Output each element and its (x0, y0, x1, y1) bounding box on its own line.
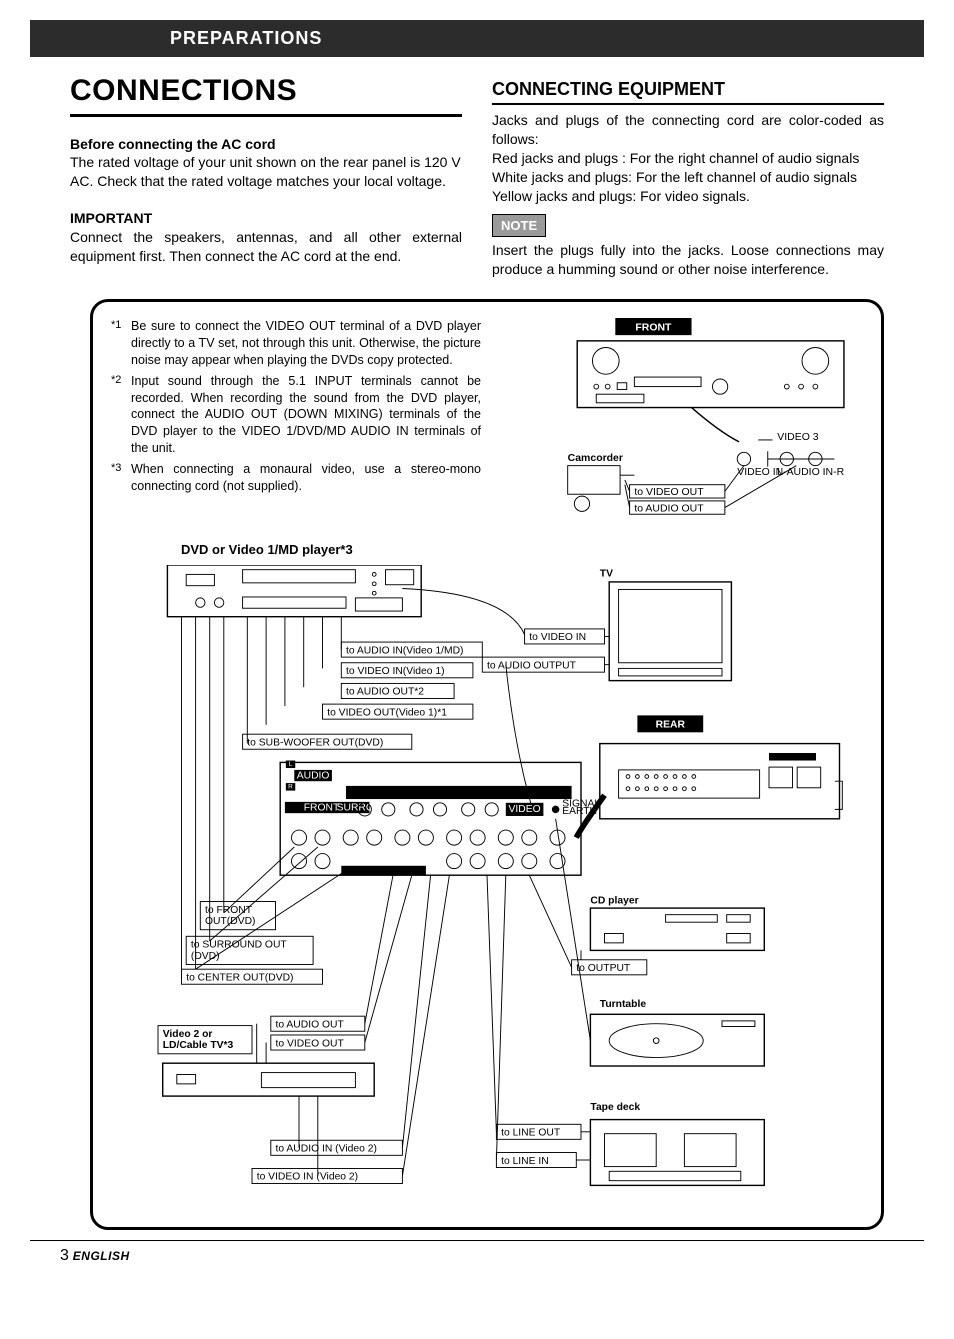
svg-text:OUT(DVD): OUT(DVD) (205, 916, 256, 927)
important-heading: IMPORTANT (70, 209, 462, 228)
diagram-box: *1Be sure to connect the VIDEO OUT termi… (90, 299, 884, 1230)
red-line: Red jacks and plugs : For the right chan… (492, 149, 884, 168)
cd-player-label: CD player (590, 895, 638, 906)
before-heading: Before connecting the AC cord (70, 135, 462, 154)
page-lang: ENGLISH (73, 1249, 130, 1263)
to-line-in: to LINE IN (501, 1155, 549, 1166)
to-surround-out-1: to SURROUND OUT (191, 939, 288, 950)
main-diagram: TV to VIDEO IN to AUDIO OUTPUT to AUDIO … (111, 565, 863, 1204)
to-audio-in-v2: to AUDIO IN (Video 2) (276, 1143, 377, 1154)
to-video-in-v1: to VIDEO IN(Video 1) (346, 666, 445, 677)
dvd-heading: DVD or Video 1/MD player*3 (181, 541, 863, 559)
rear-label: REAR (656, 719, 686, 730)
page-footer: 3 ENGLISH (30, 1240, 924, 1265)
note-badge: NOTE (492, 214, 546, 238)
white-line: White jacks and plugs: For the left chan… (492, 168, 884, 187)
page-number: 3 (60, 1247, 69, 1264)
to-video-out-1: to VIDEO OUT (634, 487, 704, 498)
to-line-out: to LINE OUT (501, 1127, 561, 1138)
section-band: PREPARATIONS (30, 20, 924, 57)
footnotes: *1Be sure to connect the VIDEO OUT termi… (111, 318, 481, 495)
panel-front-label: FRONT (304, 802, 340, 813)
to-audio-in-v1md: to AUDIO IN(Video 1/MD) (346, 645, 463, 656)
footnote-mark-3: *3 (111, 461, 131, 495)
tv-label: TV (600, 568, 613, 579)
connecting-heading: CONNECTING EQUIPMENT (492, 77, 884, 105)
svg-text:L: L (289, 761, 293, 768)
page-title: CONNECTIONS (70, 71, 462, 117)
camcorder-label: Camcorder (568, 453, 623, 464)
to-video-out-2: to VIDEO OUT (276, 1038, 345, 1049)
footnote-mark-2: *2 (111, 373, 131, 457)
front-diagram: FRONT VIDEO 3 (501, 318, 863, 518)
audio-in-label: L-AUDIO IN-R (777, 467, 844, 478)
footnote-1: Be sure to connect the VIDEO OUT termina… (131, 318, 481, 369)
to-video-in-v2: to VIDEO IN (Video 2) (257, 1171, 358, 1182)
panel-video: VIDEO (509, 804, 541, 815)
to-audio-output-tv: to AUDIO OUTPUT (487, 660, 577, 671)
before-text: The rated voltage of your unit shown on … (70, 153, 462, 191)
intro-text: Jacks and plugs of the connecting cord a… (492, 111, 884, 149)
to-audio-out-1: to AUDIO OUT (634, 503, 704, 514)
svg-text:LD/Cable TV*3: LD/Cable TV*3 (163, 1040, 234, 1051)
svg-text:R: R (288, 783, 293, 790)
to-video-out-v1s: to VIDEO OUT(Video 1)*1 (327, 707, 447, 718)
front-label: FRONT (635, 322, 672, 333)
video2-ld-1: Video 2 or (163, 1028, 213, 1039)
note-text: Insert the plugs fully into the jacks. L… (492, 241, 884, 279)
video3-label: VIDEO 3 (777, 432, 818, 443)
to-center-out: to CENTER OUT(DVD) (186, 972, 293, 983)
to-audio-out-2s: to AUDIO OUT*2 (346, 686, 424, 697)
right-column: CONNECTING EQUIPMENT Jacks and plugs of … (492, 67, 884, 279)
panel-audio: AUDIO (297, 770, 330, 781)
to-audio-out-2: to AUDIO OUT (276, 1019, 345, 1030)
important-text: Connect the speakers, antennas, and all … (70, 228, 462, 266)
to-output-cd: to OUTPUT (576, 963, 631, 974)
footnote-2: Input sound through the 5.1 INPUT termin… (131, 373, 481, 457)
left-column: CONNECTIONS Before connecting the AC cor… (70, 67, 462, 279)
turntable-label: Turntable (600, 998, 647, 1009)
footnote-mark-1: *1 (111, 318, 131, 369)
tape-deck-label: Tape deck (590, 1102, 640, 1113)
to-video-in-tv: to VIDEO IN (529, 632, 586, 643)
footnote-3: When connecting a monaural video, use a … (131, 461, 481, 495)
yellow-line: Yellow jacks and plugs: For video signal… (492, 187, 884, 206)
panel-surround-label: SURROUND (337, 802, 397, 813)
to-subwoofer-out: to SUB-WOOFER OUT(DVD) (247, 737, 383, 748)
